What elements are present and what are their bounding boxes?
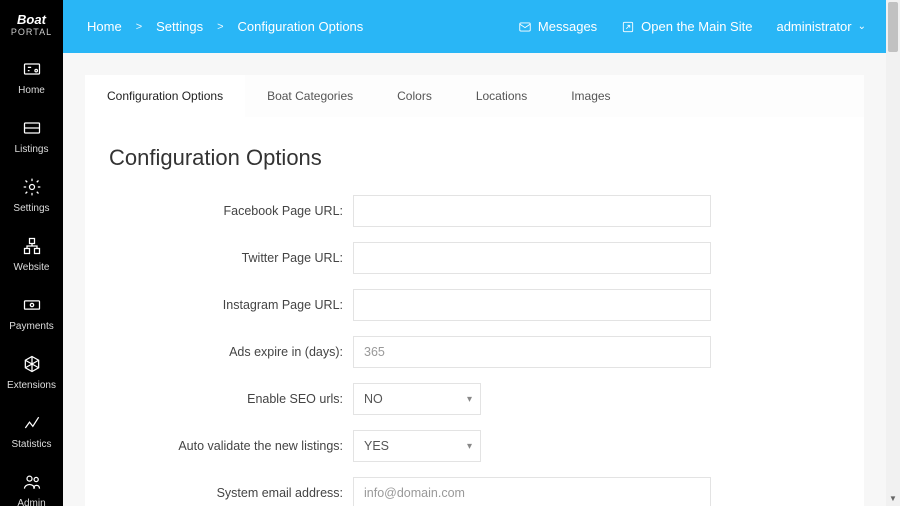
panel-body: Configuration Options Facebook Page URL:… (85, 117, 864, 506)
sidebar-item-label: Listings (4, 144, 59, 155)
tab-images[interactable]: Images (549, 75, 632, 117)
sidebar-item-website[interactable]: Website (0, 224, 63, 283)
twitter-label: Twitter Page URL: (109, 251, 353, 265)
listings-icon (22, 118, 42, 138)
tab-colors[interactable]: Colors (375, 75, 454, 117)
sidebar-item-label: Home (4, 85, 59, 96)
payments-icon (22, 295, 42, 315)
facebook-input[interactable] (353, 195, 711, 227)
open-site-label: Open the Main Site (641, 19, 752, 34)
form-row: Ads expire in (days): (109, 336, 840, 368)
breadcrumb-current: Configuration Options (238, 19, 364, 34)
user-label: administrator (776, 19, 851, 34)
form-row: System email address: (109, 477, 840, 506)
content-area: Configuration Options Boat Categories Co… (63, 53, 886, 506)
sidebar-item-label: Settings (4, 203, 59, 214)
twitter-input[interactable] (353, 242, 711, 274)
sidebar: Boat PORTAL Home Listings Settings Websi… (0, 0, 63, 506)
messages-link[interactable]: Messages (518, 19, 597, 34)
form-row: Auto validate the new listings: YES (109, 430, 840, 462)
sidebar-item-label: Payments (4, 321, 59, 332)
breadcrumb-home[interactable]: Home (87, 19, 122, 34)
tab-configuration-options[interactable]: Configuration Options (85, 75, 245, 117)
scroll-down-icon[interactable]: ▼ (886, 492, 900, 506)
extensions-icon (22, 354, 42, 374)
brand-sub: PORTAL (4, 27, 59, 37)
breadcrumb-settings[interactable]: Settings (156, 19, 203, 34)
form-row: Enable SEO urls: NO (109, 383, 840, 415)
statistics-icon (22, 413, 42, 433)
scrollbar[interactable]: ▲ ▼ (886, 0, 900, 506)
messages-icon (518, 20, 532, 34)
sidebar-item-label: Admin Users (4, 498, 59, 506)
brand-title: Boat (4, 12, 59, 27)
auto-validate-select[interactable]: YES (353, 430, 481, 462)
chevron-right-icon: > (136, 21, 142, 33)
seo-select[interactable]: NO (353, 383, 481, 415)
chevron-down-icon: ⌄ (858, 21, 866, 32)
auto-validate-label: Auto validate the new listings: (109, 439, 353, 453)
settings-icon (22, 177, 42, 197)
sidebar-item-statistics[interactable]: Statistics (0, 401, 63, 460)
system-email-label: System email address: (109, 486, 353, 500)
external-icon (621, 20, 635, 34)
user-menu[interactable]: administrator ⌄ (776, 19, 866, 34)
messages-label: Messages (538, 19, 597, 34)
form-row: Facebook Page URL: (109, 195, 840, 227)
tabs: Configuration Options Boat Categories Co… (85, 75, 864, 117)
facebook-label: Facebook Page URL: (109, 204, 353, 218)
instagram-label: Instagram Page URL: (109, 298, 353, 312)
sidebar-item-label: Website (4, 262, 59, 273)
system-email-input[interactable] (353, 477, 711, 506)
website-icon (22, 236, 42, 256)
sidebar-item-home[interactable]: Home (0, 47, 63, 106)
form-row: Instagram Page URL: (109, 289, 840, 321)
tab-locations[interactable]: Locations (454, 75, 549, 117)
home-icon (22, 59, 42, 79)
panel: Configuration Options Boat Categories Co… (85, 75, 864, 506)
open-site-link[interactable]: Open the Main Site (621, 19, 752, 34)
instagram-input[interactable] (353, 289, 711, 321)
sidebar-item-listings[interactable]: Listings (0, 106, 63, 165)
seo-label: Enable SEO urls: (109, 392, 353, 406)
tab-boat-categories[interactable]: Boat Categories (245, 75, 375, 117)
users-icon (22, 472, 42, 492)
ads-expire-label: Ads expire in (days): (109, 345, 353, 359)
topbar: Home > Settings > Configuration Options … (63, 0, 886, 53)
sidebar-item-label: Statistics (4, 439, 59, 450)
sidebar-item-extensions[interactable]: Extensions (0, 342, 63, 401)
sidebar-item-label: Extensions (4, 380, 59, 391)
brand: Boat PORTAL (0, 0, 63, 47)
sidebar-item-payments[interactable]: Payments (0, 283, 63, 342)
sidebar-item-admin-users[interactable]: Admin Users (0, 460, 63, 506)
scrollbar-thumb[interactable] (888, 2, 898, 52)
ads-expire-input[interactable] (353, 336, 711, 368)
form-row: Twitter Page URL: (109, 242, 840, 274)
chevron-right-icon: > (217, 21, 223, 33)
sidebar-item-settings[interactable]: Settings (0, 165, 63, 224)
page-title: Configuration Options (109, 145, 840, 171)
breadcrumb: Home > Settings > Configuration Options (87, 19, 363, 34)
